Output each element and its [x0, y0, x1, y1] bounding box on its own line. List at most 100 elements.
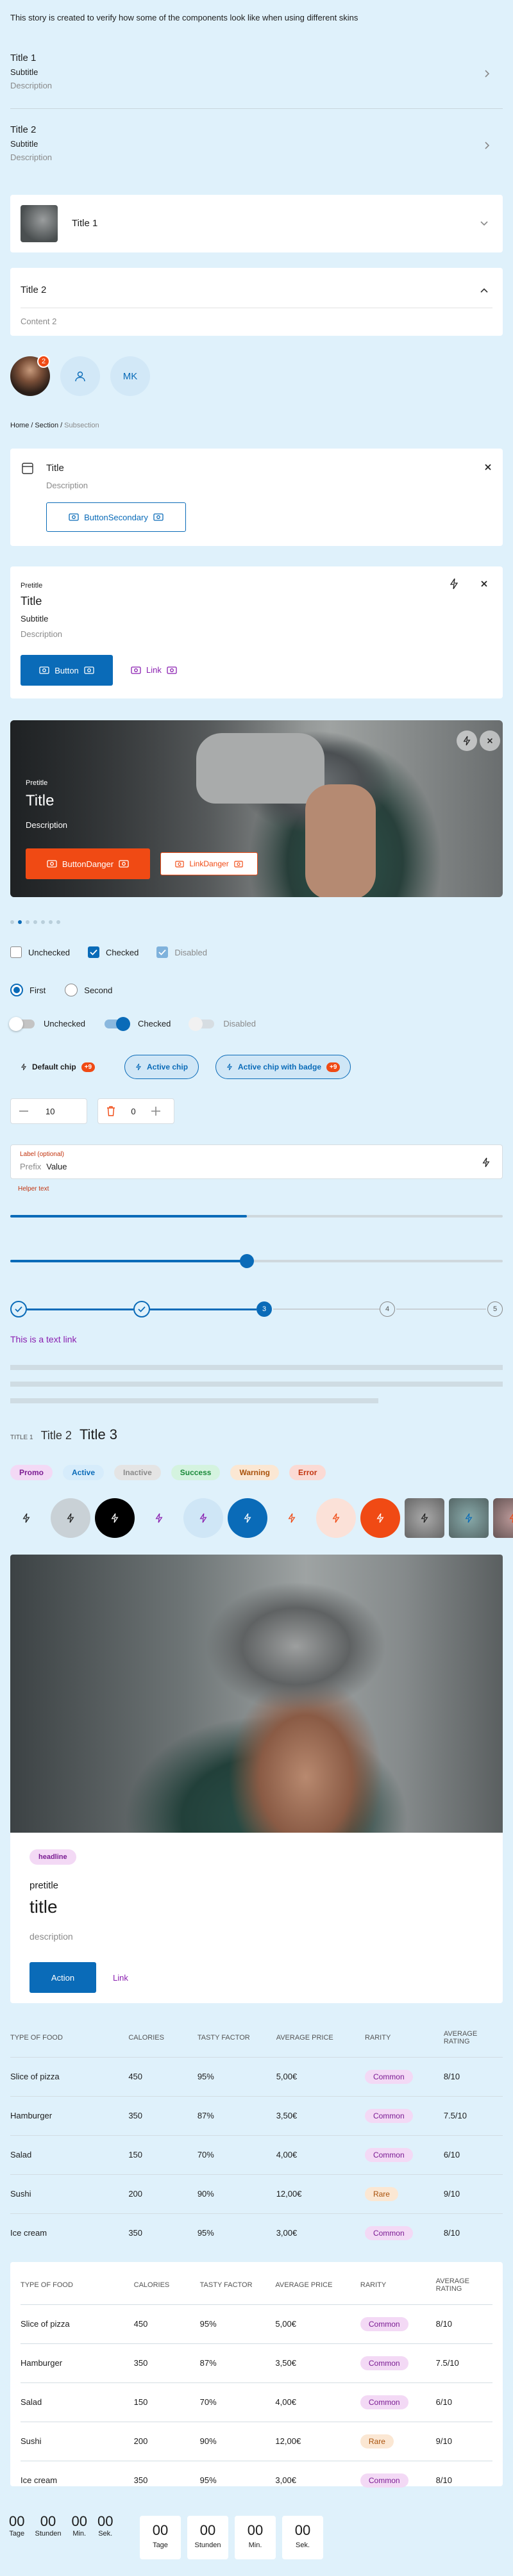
lightning-icon[interactable] [482, 1157, 491, 1168]
slider-fill [10, 1260, 247, 1262]
table-cell: 200 [128, 2174, 198, 2213]
lightning-icon-button[interactable] [228, 1498, 267, 1538]
rarity-tag: Common [364, 2225, 413, 2240]
trash-icon[interactable] [98, 1106, 124, 1116]
card-title: Title [21, 595, 42, 607]
table-cell: 90% [197, 2174, 276, 2213]
lightning-icon-button[interactable] [139, 1498, 179, 1538]
lightning-icon [21, 1062, 27, 1071]
progress-bar [10, 1215, 503, 1218]
chip-badge: +9 [326, 1062, 341, 1072]
radio-selected[interactable] [10, 984, 23, 996]
table-cell: 70% [199, 2382, 276, 2422]
table-cell: Slice of pizza [10, 2056, 129, 2096]
lightning-icon-button[interactable] [6, 1498, 46, 1538]
button-secondary[interactable]: ButtonSecondary [46, 502, 186, 532]
accordion-item-2[interactable]: Title 2 Content 2 [10, 268, 503, 336]
tag-active: Active [63, 1465, 105, 1480]
switch-label: Unchecked [44, 1019, 86, 1028]
title-1: TITLE 1 [10, 1434, 33, 1441]
table-header: RARITY [360, 2281, 387, 2289]
text-field[interactable]: Label (optional) Prefix Value [10, 1144, 503, 1179]
lightning-icon-button[interactable] [95, 1498, 135, 1538]
lightning-image-button[interactable] [405, 1498, 444, 1538]
page-dot[interactable] [26, 920, 29, 924]
table-cell: 450 [128, 2056, 198, 2096]
slider[interactable] [10, 1254, 503, 1268]
accordion-title: Title 1 [72, 218, 98, 229]
avatar-initials[interactable]: MK [110, 356, 150, 396]
page-dot[interactable] [41, 920, 45, 924]
table-row: Sushi 200 90% 12,00€ Rare 9/10 [10, 2174, 503, 2213]
close-icon[interactable] [480, 731, 500, 751]
accordion-item-1[interactable]: Title 1 [10, 195, 503, 252]
plus-icon[interactable] [143, 1107, 169, 1116]
lightning-image-button[interactable] [449, 1498, 489, 1538]
list-item[interactable]: Title 2 Subtitle Description [10, 109, 503, 179]
link-danger[interactable]: LinkDanger [160, 852, 258, 875]
step-pending[interactable]: 5 [487, 1301, 503, 1317]
button-danger[interactable]: ButtonDanger [26, 848, 150, 879]
card-link[interactable]: Link [131, 665, 177, 675]
step-complete[interactable] [133, 1301, 150, 1317]
page-dot[interactable] [33, 920, 37, 924]
lightning-icon[interactable] [449, 578, 459, 590]
countdown-boxed: 00 Tage 00 Stunden 00 Min. 00 Sek. [140, 2516, 323, 2559]
chip-default[interactable]: Default chip +9 [10, 1055, 106, 1079]
lightning-icon[interactable] [457, 731, 477, 751]
chip-active-badge[interactable]: Active chip with badge +9 [215, 1055, 351, 1079]
breadcrumb-section[interactable]: Section [35, 422, 58, 429]
lightning-icon-button[interactable] [272, 1498, 312, 1538]
text-link[interactable]: This is a text link [10, 1334, 76, 1344]
list-item[interactable]: Title 1 Subtitle Description [10, 38, 503, 109]
lightning-image-button[interactable] [493, 1498, 513, 1538]
step-pending[interactable]: 4 [380, 1301, 395, 1317]
card-button[interactable]: Button [21, 655, 113, 686]
switch-on[interactable] [105, 1016, 131, 1031]
page-dot-active[interactable] [18, 920, 22, 924]
table-cell: 8/10 [443, 2056, 503, 2096]
slider-thumb[interactable] [239, 1254, 254, 1268]
checkbox-unchecked[interactable] [10, 946, 22, 958]
stepper-value[interactable]: 0 [124, 1107, 143, 1116]
lightning-icon-button[interactable] [360, 1498, 400, 1538]
page-dot[interactable] [49, 920, 53, 924]
intro-text: This story is created to verify how some… [10, 13, 358, 22]
lightning-icon-button[interactable] [316, 1498, 356, 1538]
table-cell: Hamburger [10, 2095, 129, 2135]
vr-headset-shape [196, 733, 324, 804]
stepper-value[interactable]: 10 [37, 1107, 87, 1116]
checkbox-label: Checked [106, 947, 139, 957]
rarity-tag: Common [360, 2316, 408, 2331]
list-item-title: Title 1 [10, 53, 37, 63]
table-header: TYPE OF FOOD [21, 2281, 73, 2289]
step-complete[interactable] [10, 1301, 27, 1317]
poster-link[interactable]: Link [113, 1973, 128, 1983]
page-dot[interactable] [56, 920, 60, 924]
table-header: AVERAGE PRICE [275, 2281, 333, 2289]
checkbox-checked[interactable] [88, 946, 100, 958]
progress-fill [10, 1215, 247, 1218]
switch-off[interactable] [9, 1016, 35, 1031]
avatar-placeholder[interactable] [60, 356, 100, 396]
poster-action-button[interactable]: Action [29, 1962, 96, 1993]
page-dot[interactable] [10, 920, 14, 924]
checkbox-group: Unchecked Checked Disabled [10, 946, 207, 958]
table-cell: Slice of pizza [21, 2304, 134, 2343]
camera-icon [175, 861, 185, 868]
step-current[interactable]: 3 [256, 1301, 272, 1317]
lightning-icon-button[interactable] [51, 1498, 90, 1538]
close-icon[interactable] [480, 579, 489, 588]
info-card-description: Description [46, 481, 88, 490]
table-cell: 7.5/10 [435, 2343, 492, 2382]
table-cell: 95% [199, 2460, 276, 2500]
radio-label: Second [84, 985, 113, 995]
breadcrumb-home[interactable]: Home [10, 422, 29, 429]
close-icon[interactable] [484, 463, 492, 472]
lightning-icon-button[interactable] [183, 1498, 223, 1538]
table-cell-rarity: Common [360, 2304, 436, 2343]
chip-active[interactable]: Active chip [124, 1055, 199, 1079]
radio-unselected[interactable] [65, 984, 78, 996]
minus-icon[interactable] [11, 1110, 37, 1112]
table-cell: 3,00€ [276, 2213, 365, 2252]
